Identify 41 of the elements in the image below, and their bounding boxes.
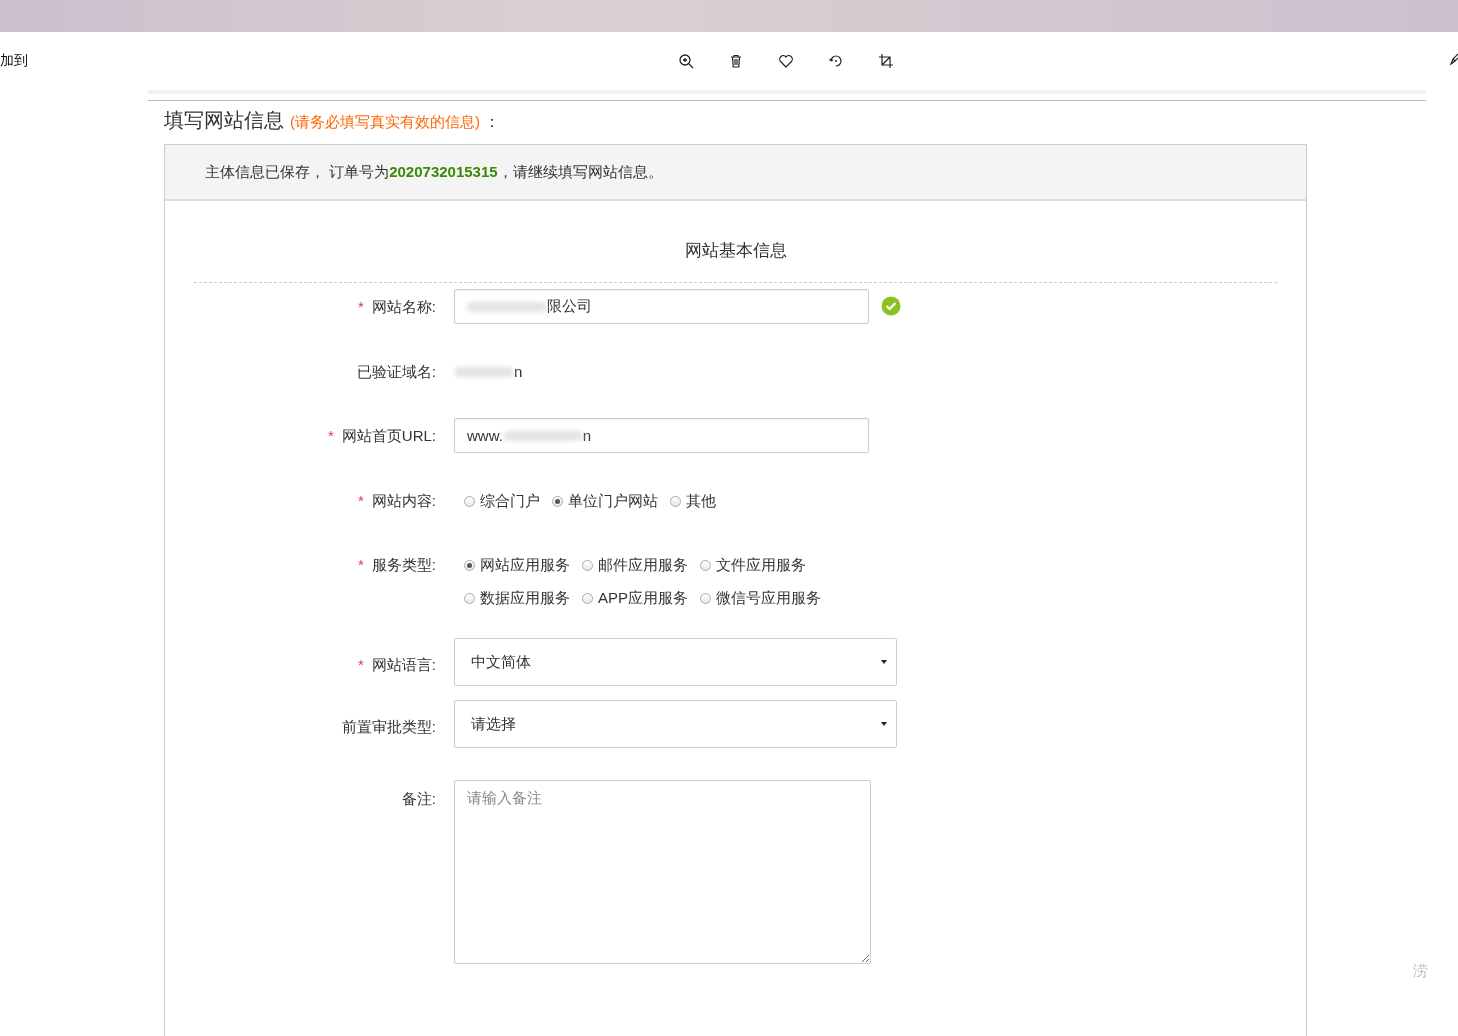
side-text: 涝 [1413, 962, 1428, 981]
text-field[interactable]: www. n [454, 418, 869, 453]
radio-option[interactable]: 综合门户 [464, 492, 540, 511]
field-label: 网站名称: [371, 298, 436, 315]
colon-text: ： [484, 112, 500, 132]
radio-option[interactable]: 文件应用服务 [700, 556, 806, 575]
radio-option[interactable]: APP应用服务 [582, 589, 688, 608]
field-label: 服务类型: [371, 556, 436, 573]
caret-icon [880, 659, 888, 665]
radio-option[interactable]: 数据应用服务 [464, 589, 570, 608]
field-label: 已验证域名: [356, 363, 436, 380]
crop-icon[interactable] [878, 53, 894, 69]
dropdown-field[interactable]: 中文简体 [454, 638, 897, 686]
caret-icon [880, 721, 888, 727]
required-mark: * [358, 298, 364, 315]
field-label: 网站语言: [371, 656, 436, 673]
field-label: 前置审批类型: [341, 718, 436, 735]
notice-text: 主体信息已保存， 订单号为2020732015315，请继续填写网站信息。 [205, 162, 663, 182]
field-label: 网站内容: [371, 492, 436, 509]
trash-icon[interactable] [728, 53, 744, 69]
heart-icon[interactable] [778, 53, 794, 69]
zoom-in-icon[interactable] [678, 53, 694, 69]
add-to-label[interactable]: 加到 [0, 52, 640, 70]
radio-option[interactable]: 单位门户网站 [552, 492, 658, 511]
required-mark: * [358, 656, 364, 673]
radio-option[interactable]: 网站应用服务 [464, 556, 570, 575]
field-label: 备注: [401, 790, 436, 807]
radio-option[interactable]: 邮件应用服务 [582, 556, 688, 575]
remark-field[interactable]: 请输入备注 [454, 780, 871, 964]
dropdown-field[interactable]: 请选择 [454, 700, 897, 748]
required-mark: * [327, 427, 334, 444]
radio-option[interactable]: 其他 [670, 492, 716, 511]
radio-option[interactable]: 微信号应用服务 [700, 589, 821, 608]
required-mark: * [358, 556, 364, 573]
warning-note: (请务必填写真实有效的信息) [290, 113, 480, 132]
text-field[interactable]: 限公司 [454, 289, 869, 324]
field-label: 网站首页URL: [341, 427, 436, 444]
section-title: 网站基本信息 [683, 240, 788, 262]
rotate-icon[interactable] [828, 53, 844, 69]
page-title: 填写网站信息 [164, 108, 284, 133]
required-mark: * [358, 492, 364, 509]
